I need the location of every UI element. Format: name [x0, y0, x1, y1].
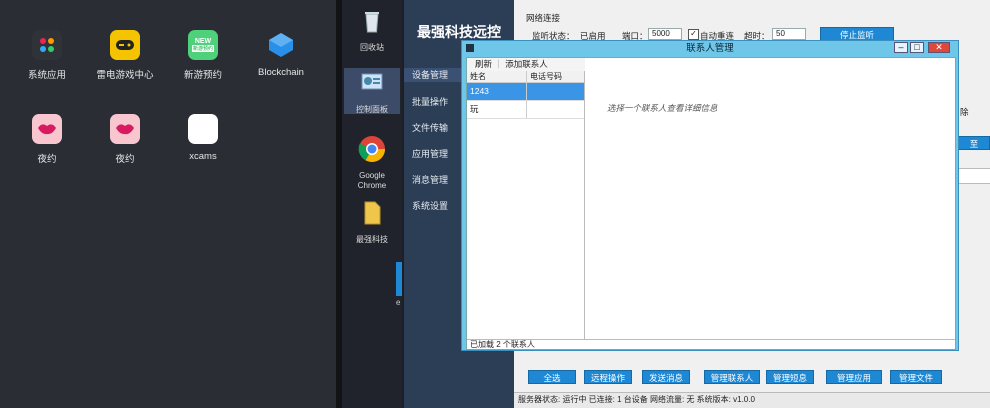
app-gamepad[interactable]: 雷电游戏中心	[88, 30, 162, 81]
remote-operation-button[interactable]: 远程操作	[584, 370, 632, 384]
app-label: 夜约	[115, 154, 135, 165]
app-label: 系统应用	[27, 70, 66, 81]
network-section-title: 网络连接	[526, 13, 561, 23]
desktop-icon-label: 回收站	[360, 43, 384, 52]
taskbar-fragment	[396, 262, 402, 296]
desktop-icon-label: 控制面板	[356, 105, 388, 114]
app-label: xcams	[189, 151, 217, 162]
dialog-body: 刷新 ｜ 添加联系人 姓名 电话号码 1243 玩 选择一个联系人查看详细信息 已…	[466, 57, 956, 350]
table-row[interactable]: 玩	[467, 101, 584, 119]
contact-phone	[527, 101, 581, 118]
folder-icon	[364, 201, 381, 225]
dialog-status: 已加载 2 个联系人	[467, 339, 955, 349]
blank-white-icon	[188, 114, 218, 144]
apps-grid-icon	[32, 30, 62, 60]
dialog-title: 联系人管理	[686, 43, 734, 54]
app-label: 夜约	[37, 154, 57, 165]
desktop-icon-label: Google Chrome	[357, 171, 387, 190]
column-phone[interactable]: 电话号码	[527, 71, 581, 82]
manage-sms-button[interactable]: 管理短息	[766, 370, 814, 384]
search-bar-edge	[18, 0, 308, 6]
app-label: 新游预约	[183, 70, 222, 81]
recycle-bin-icon	[365, 12, 379, 33]
manage-files-button[interactable]: 管理文件	[890, 370, 942, 384]
app-blockchain-cube[interactable]: Blockchain	[244, 30, 318, 78]
nav-batch-operations[interactable]: 批量操作	[412, 95, 448, 108]
timeout-input[interactable]: 50	[772, 28, 806, 40]
right-fragment: 除	[960, 107, 969, 117]
right-fragment-button[interactable]: 至	[958, 136, 990, 150]
auto-reconnect-checkbox[interactable]: ✓	[688, 29, 699, 40]
new-badge-icon: NEW 新游预约	[188, 30, 218, 60]
detail-hint: 选择一个联系人查看详细信息	[607, 103, 718, 113]
contact-name: 1243	[467, 83, 527, 100]
chrome-icon	[358, 136, 386, 163]
stop-listen-button[interactable]: 停止监听	[820, 27, 894, 41]
nav-message-management[interactable]: 消息管理	[412, 173, 448, 186]
port-input[interactable]: 5000	[648, 28, 682, 40]
desktop-icon-chrome[interactable]: Google Chrome	[344, 134, 400, 191]
close-button[interactable]: ✕	[928, 42, 950, 53]
nav-system-settings[interactable]: 系统设置	[412, 199, 448, 212]
app-label: Blockchain	[258, 67, 304, 78]
app-lips[interactable]: 夜约	[88, 114, 162, 165]
desktop-icon-recycle-bin[interactable]: 回收站	[344, 6, 400, 53]
contact-name: 玩	[467, 101, 527, 118]
contacts-dialog: 联系人管理 – □ ✕ 刷新 ｜ 添加联系人 姓名 电话号码 1243 玩 选择一…	[461, 40, 959, 351]
dialog-toolbar: 刷新 ｜ 添加联系人	[467, 58, 585, 72]
table-row[interactable]: 1243	[467, 83, 584, 101]
contact-list: 姓名 电话号码 1243 玩	[467, 71, 585, 339]
select-all-button[interactable]: 全选	[528, 370, 576, 384]
app-brand: 最强科技远控	[417, 24, 501, 40]
desktop-icon-control-panel[interactable]: 控制面板	[344, 68, 400, 114]
add-contact-button[interactable]: 添加联系人	[505, 59, 548, 69]
app-apps-grid[interactable]: 系统应用	[10, 30, 84, 81]
manage-contacts-button[interactable]: 管理联系人	[704, 370, 760, 384]
gamepad-icon	[110, 30, 140, 60]
manage-apps-button[interactable]: 管理应用	[826, 370, 882, 384]
desktop-icon-folder[interactable]: 最强科技	[344, 198, 400, 245]
lips-icon	[32, 114, 62, 144]
contact-phone	[527, 83, 581, 100]
app-blank-white[interactable]: xcams	[166, 114, 240, 162]
app-new-badge[interactable]: NEW 新游预约新游预约	[166, 30, 240, 81]
lips-icon	[110, 114, 140, 144]
desktop-stray-label: e	[396, 298, 401, 307]
app-label: 雷电游戏中心	[96, 70, 154, 81]
refresh-button[interactable]: 刷新	[467, 59, 492, 69]
column-name[interactable]: 姓名	[467, 71, 527, 82]
nav-app-management[interactable]: 应用管理	[412, 147, 448, 160]
right-fragment-field	[958, 168, 990, 184]
desktop-icon-label: 最强科技	[356, 235, 388, 244]
maximize-button[interactable]: □	[910, 42, 924, 53]
status-bar: 服务器状态: 运行中 已连接: 1 台设备 网络流量: 无 系统版本: v1.0…	[514, 392, 990, 408]
send-message-button[interactable]: 发送消息	[642, 370, 690, 384]
minimize-button[interactable]: –	[894, 42, 908, 53]
contact-list-header: 姓名 电话号码	[467, 71, 584, 83]
blockchain-cube-icon	[266, 30, 296, 60]
control-panel-icon	[361, 73, 383, 90]
app-lips[interactable]: 夜约	[10, 114, 84, 165]
nav-file-transfer[interactable]: 文件传输	[412, 121, 448, 134]
